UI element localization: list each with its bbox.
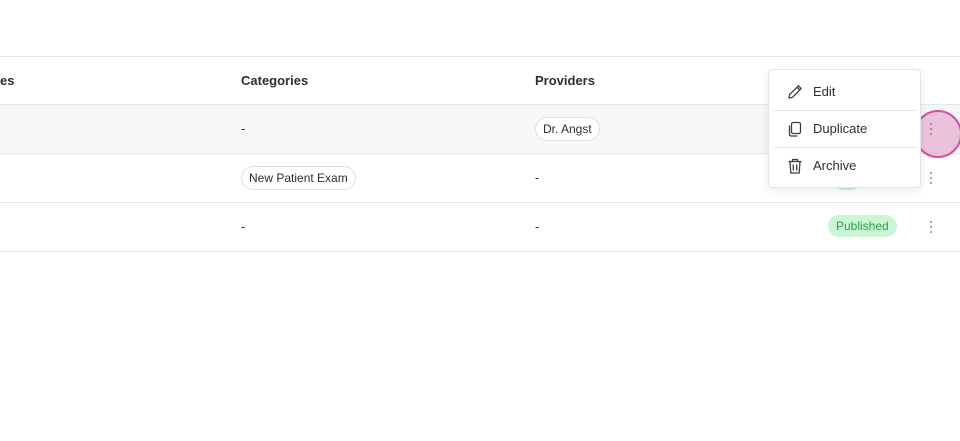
menu-item-label: Duplicate bbox=[813, 121, 868, 136]
menu-item-archive[interactable]: Archive bbox=[769, 148, 920, 184]
categories-cell: - bbox=[241, 121, 246, 136]
provider-chip: Dr. Angst bbox=[535, 117, 600, 141]
menu-item-label: Archive bbox=[813, 158, 857, 173]
status-badge-published: Published bbox=[828, 215, 897, 237]
menu-item-duplicate[interactable]: Duplicate bbox=[769, 111, 920, 147]
row-divider bbox=[0, 251, 960, 252]
row-actions-button-active[interactable] bbox=[928, 123, 934, 137]
row-actions-menu: Edit Duplicate Archive bbox=[768, 69, 921, 188]
column-header-categories[interactable]: Categories bbox=[241, 73, 308, 88]
column-header-providers[interactable]: Providers bbox=[535, 73, 595, 88]
row-actions-button[interactable] bbox=[928, 172, 934, 186]
row-actions-button[interactable] bbox=[928, 221, 934, 235]
trash-icon bbox=[788, 158, 802, 174]
menu-item-edit[interactable]: Edit bbox=[769, 74, 920, 110]
category-chip: New Patient Exam bbox=[241, 166, 356, 190]
copy-icon bbox=[788, 121, 802, 137]
providers-cell: - bbox=[535, 170, 540, 185]
categories-cell: - bbox=[241, 219, 246, 234]
menu-item-label: Edit bbox=[813, 84, 836, 99]
pencil-icon bbox=[788, 85, 802, 99]
table-row[interactable]: - - Published bbox=[0, 203, 960, 251]
column-header-partial: es bbox=[0, 73, 15, 88]
providers-cell: - bbox=[535, 219, 540, 234]
